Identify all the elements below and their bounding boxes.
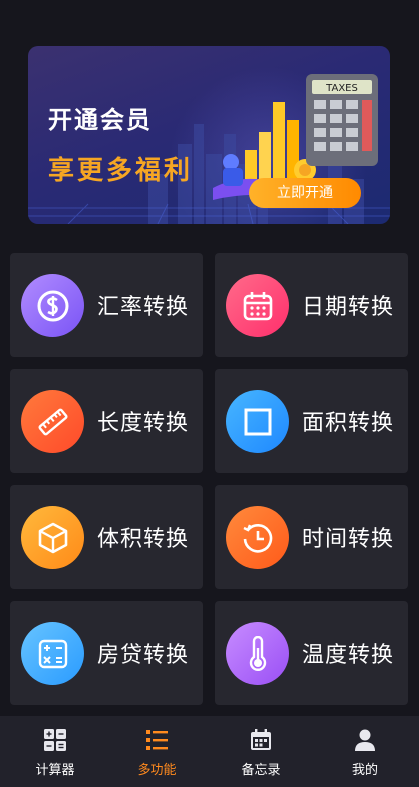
- feature-label: 长度转换: [97, 411, 190, 436]
- feature-card-temperature[interactable]: 温度转换: [215, 601, 408, 705]
- banner-subtitle: 享更多福利: [48, 156, 194, 186]
- feature-label: 房贷转换: [97, 643, 190, 668]
- feature-card-exchange-rate[interactable]: 汇率转换: [10, 253, 203, 357]
- vip-banner[interactable]: TAXES 开通会员 享更多福利 立即开通: [28, 46, 390, 224]
- svg-text:TAXES: TAXES: [325, 83, 358, 94]
- tab-memo[interactable]: 备忘录: [211, 716, 311, 787]
- feature-card-date[interactable]: 日期转换: [215, 253, 408, 357]
- tab-label: 我的: [351, 763, 378, 778]
- feature-label: 面积转换: [302, 411, 395, 436]
- feature-card-mortgage[interactable]: 房贷转换: [10, 601, 203, 705]
- list-icon: [146, 730, 168, 750]
- feature-label: 温度转换: [302, 643, 395, 668]
- feature-card-volume[interactable]: 体积转换: [10, 485, 203, 589]
- square-icon: [226, 390, 289, 453]
- feature-card-time[interactable]: 时间转换: [215, 485, 408, 589]
- cube-icon: [21, 506, 84, 569]
- thermometer-icon: [226, 622, 289, 685]
- feature-label: 汇率转换: [97, 295, 190, 320]
- tab-label: 备忘录: [241, 763, 281, 778]
- open-membership-button[interactable]: 立即开通: [249, 178, 361, 208]
- calendar-icon: [251, 729, 271, 750]
- ruler-icon: [21, 390, 84, 453]
- tab-label: 多功能: [137, 763, 177, 778]
- tab-label: 计算器: [35, 763, 75, 778]
- tab-mine[interactable]: 我的: [315, 716, 415, 787]
- dollar-icon: [21, 274, 84, 337]
- tab-multifunction[interactable]: 多功能: [107, 716, 207, 787]
- calculator-illustration: TAXES: [306, 74, 378, 166]
- feature-card-area[interactable]: 面积转换: [215, 369, 408, 473]
- feature-label: 日期转换: [302, 295, 395, 320]
- banner-title: 开通会员: [48, 106, 152, 134]
- clock-icon: [226, 506, 289, 569]
- calculator-icon: [21, 622, 84, 685]
- calculator-icon: [44, 729, 66, 751]
- calendar-icon: [226, 274, 289, 337]
- bottom-tab-bar: 计算器 多功能 备忘录 我的: [0, 716, 419, 787]
- feature-label: 时间转换: [302, 527, 395, 552]
- feature-card-length[interactable]: 长度转换: [10, 369, 203, 473]
- feature-label: 体积转换: [97, 527, 190, 552]
- tab-calculator[interactable]: 计算器: [5, 716, 105, 787]
- person-icon: [355, 729, 375, 751]
